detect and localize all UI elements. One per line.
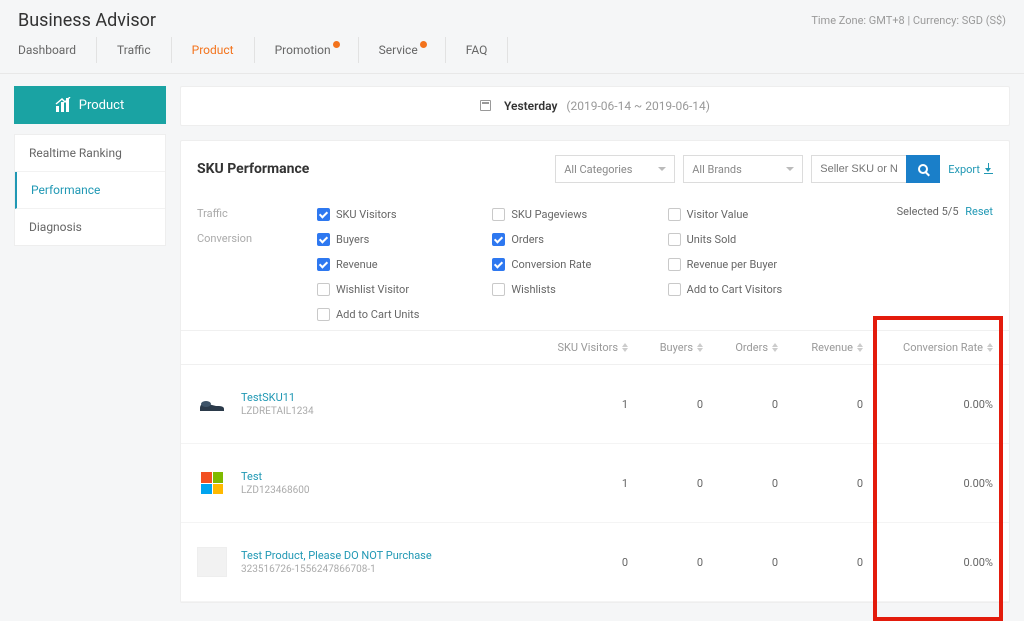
table-row: TestLZD12346860010000.00% (181, 444, 1009, 523)
checkbox-icon (492, 208, 505, 221)
cell-value: 0 (778, 477, 863, 490)
metric-visitor-value[interactable]: Visitor Value (668, 205, 833, 224)
checkbox-icon (668, 258, 681, 271)
nav-faq[interactable]: FAQ (446, 37, 509, 63)
checkbox-icon (492, 258, 505, 271)
category-filter[interactable]: All Categories (555, 155, 675, 183)
metric-sku-pageviews[interactable]: SKU Pageviews (492, 205, 657, 224)
cell-value: 0.00% (863, 556, 993, 569)
metric-revenue[interactable]: Revenue (317, 255, 482, 274)
selected-count: Selected 5/5 Reset (843, 205, 993, 218)
col-sku-visitors[interactable]: SKU Visitors (543, 341, 628, 354)
checkbox-icon (668, 208, 681, 221)
checkbox-icon (492, 283, 505, 296)
cell-value: 0 (628, 556, 703, 569)
metric-conversion-rate[interactable]: Conversion Rate (492, 255, 657, 274)
sidemenu-performance[interactable]: Performance (15, 172, 165, 209)
product-thumbnail (197, 547, 227, 577)
panel-title: SKU Performance (197, 161, 309, 177)
metric-units-sold[interactable]: Units Sold (668, 230, 833, 249)
search-button[interactable] (906, 155, 940, 183)
cell-value: 0 (628, 477, 703, 490)
sidemenu-realtime-ranking[interactable]: Realtime Ranking (15, 135, 165, 172)
checkbox-icon (668, 283, 681, 296)
cell-value: 0 (778, 398, 863, 411)
sku-code: LZDRETAIL1234 (241, 406, 314, 417)
checkbox-icon (492, 233, 505, 246)
cell-value: 0.00% (863, 398, 993, 411)
app-title: Business Advisor (18, 10, 156, 31)
search-input[interactable] (811, 155, 906, 183)
metric-sku-visitors[interactable]: SKU Visitors (317, 205, 482, 224)
sidemenu-diagnosis[interactable]: Diagnosis (15, 209, 165, 245)
traffic-group-label: Traffic (197, 205, 307, 220)
sku-name-link[interactable]: TestSKU11 (241, 391, 314, 404)
nav-service[interactable]: Service (359, 37, 446, 63)
brand-filter[interactable]: All Brands (683, 155, 803, 183)
sidebar-product-button[interactable]: Product (14, 86, 166, 124)
metric-orders[interactable]: Orders (492, 230, 657, 249)
sku-code: LZD123468600 (241, 485, 310, 496)
checkbox-icon (668, 233, 681, 246)
checkbox-icon (317, 258, 330, 271)
col-orders[interactable]: Orders (703, 341, 778, 354)
table-row: TestSKU11LZDRETAIL123410000.00% (181, 365, 1009, 444)
sku-code: 323516726-1556247866708-1 (241, 564, 432, 575)
download-icon (984, 165, 993, 174)
date-range-bar[interactable]: Yesterday (2019-06-14 ~ 2019-06-14) (180, 86, 1010, 126)
col-revenue[interactable]: Revenue (778, 341, 863, 354)
cell-value: 0 (703, 398, 778, 411)
notification-dot (420, 41, 427, 48)
checkbox-icon (317, 283, 330, 296)
date-label: Yesterday (504, 99, 557, 113)
date-range: (2019-06-14 ~ 2019-06-14) (566, 99, 710, 113)
product-thumbnail (197, 389, 227, 419)
reset-link[interactable]: Reset (965, 205, 993, 218)
search-icon (918, 164, 928, 174)
nav-product[interactable]: Product (172, 37, 255, 63)
cell-value: 0 (628, 398, 703, 411)
export-link[interactable]: Export (948, 163, 993, 176)
sku-performance-panel: SKU Performance All Categories All Brand… (180, 140, 1010, 603)
cell-value: 0 (543, 556, 628, 569)
checkbox-icon (317, 208, 330, 221)
chart-icon (56, 98, 69, 112)
product-thumbnail (197, 468, 227, 498)
nav-promotion[interactable]: Promotion (255, 37, 359, 63)
metric-wishlist-visitor[interactable]: Wishlist Visitor (317, 280, 482, 299)
metric-wishlists[interactable]: Wishlists (492, 280, 657, 299)
metric-add-to-cart-visitors[interactable]: Add to Cart Visitors (668, 280, 833, 299)
checkbox-icon (317, 233, 330, 246)
cell-value: 1 (543, 398, 628, 411)
side-menu: Realtime RankingPerformanceDiagnosis (14, 134, 166, 246)
metric-revenue-per-buyer[interactable]: Revenue per Buyer (668, 255, 833, 274)
metric-add-to-cart-units[interactable]: Add to Cart Units (317, 305, 482, 324)
nav-traffic[interactable]: Traffic (97, 37, 172, 63)
calendar-icon (480, 100, 491, 111)
main-nav: DashboardTrafficProductPromotionServiceF… (0, 37, 1024, 74)
sort-icon (987, 343, 993, 352)
metric-buyers[interactable]: Buyers (317, 230, 482, 249)
cell-value: 1 (543, 477, 628, 490)
cell-value: 0 (703, 477, 778, 490)
sku-name-link[interactable]: Test (241, 470, 310, 483)
conversion-group-label: Conversion (197, 230, 307, 245)
col-buyers[interactable]: Buyers (628, 341, 703, 354)
sku-name-link[interactable]: Test Product, Please DO NOT Purchase (241, 549, 432, 562)
cell-value: 0 (703, 556, 778, 569)
sidebar-product-label: Product (79, 98, 124, 113)
notification-dot (333, 41, 340, 48)
checkbox-icon (317, 308, 330, 321)
col-conversion-rate[interactable]: Conversion Rate (863, 341, 993, 354)
table-row: Test Product, Please DO NOT Purchase 3235… (181, 523, 1009, 602)
timezone-currency: Time Zone: GMT+8 | Currency: SGD (S$) (811, 14, 1006, 27)
nav-dashboard[interactable]: Dashboard (18, 37, 97, 63)
cell-value: 0 (778, 556, 863, 569)
cell-value: 0.00% (863, 477, 993, 490)
